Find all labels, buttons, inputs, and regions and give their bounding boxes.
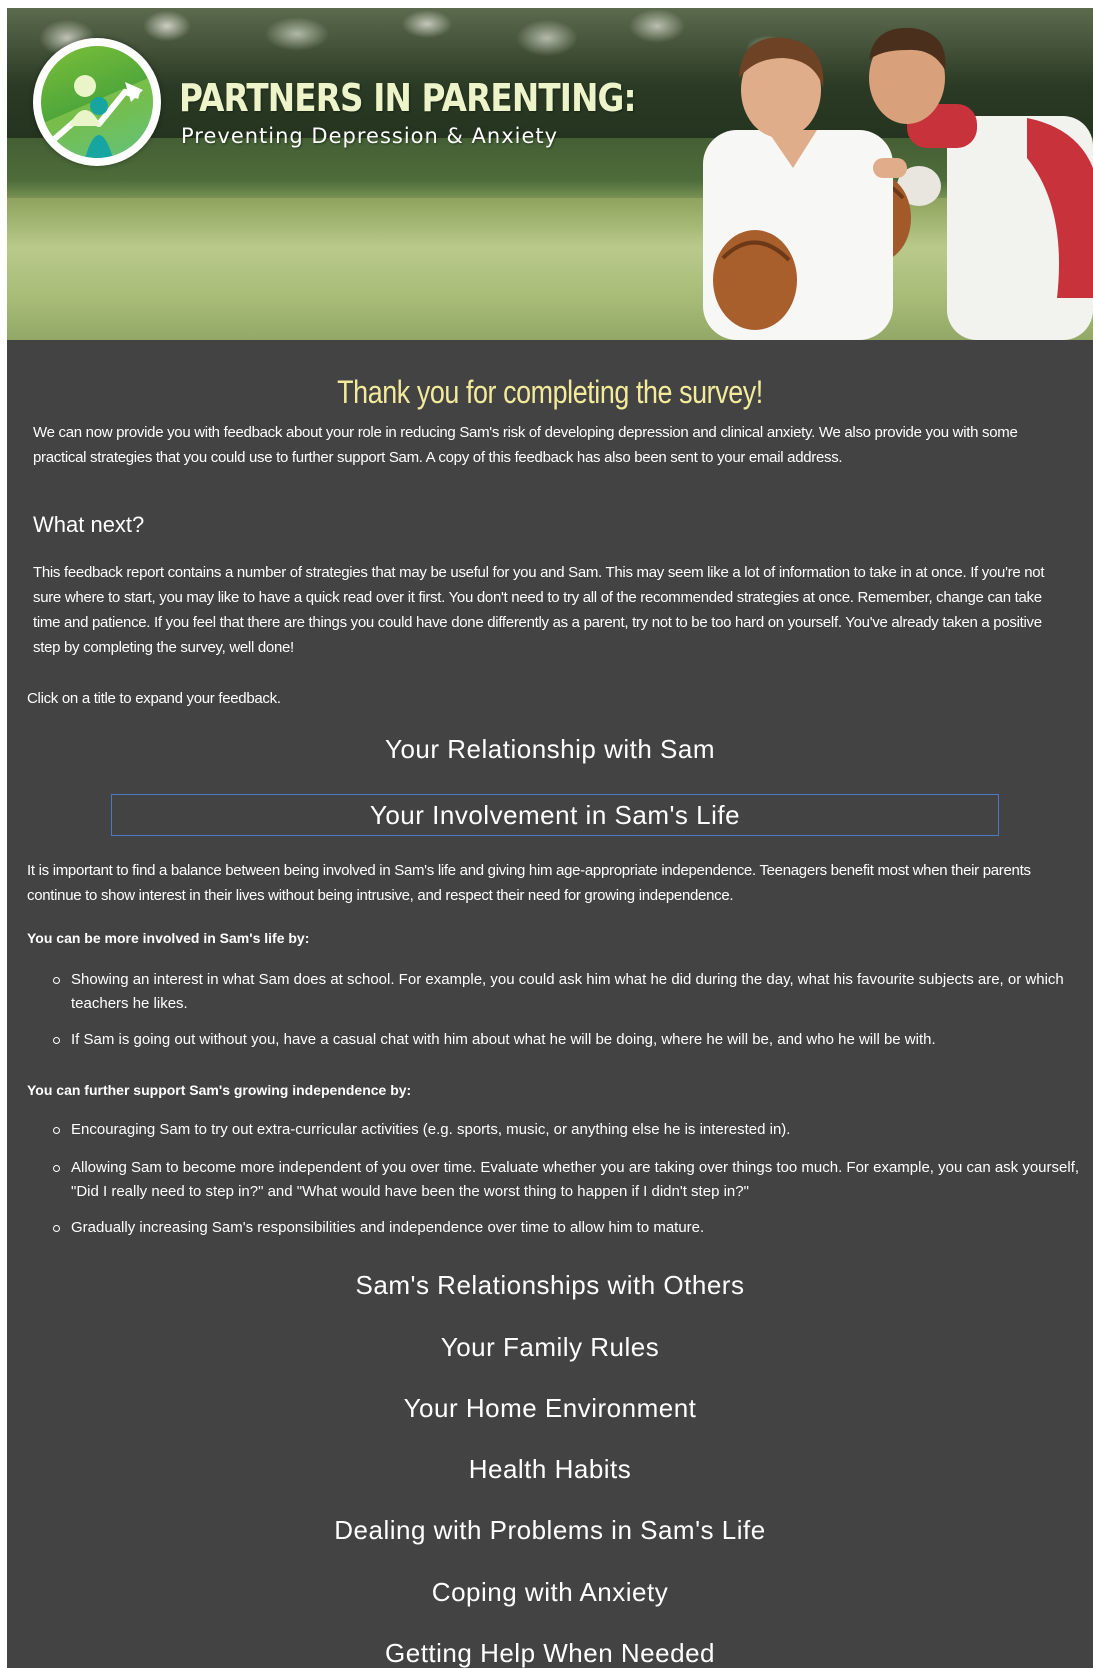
logo-emblem-icon — [41, 46, 153, 158]
page-title: Thank you for completing the survey! — [337, 374, 763, 410]
section-relationship[interactable]: Your Relationship with Sam — [7, 734, 1093, 765]
section-involvement[interactable]: Your Involvement in Sam's Life — [111, 794, 999, 836]
intro-text: We can now provide you with feedback abo… — [33, 424, 1018, 466]
bullet-icon — [53, 1165, 60, 1172]
instruction-text: Click on a title to expand your feedback… — [27, 690, 281, 707]
bullet-icon — [53, 1127, 60, 1134]
list-item-text: Allowing Sam to become more independent … — [71, 1159, 1080, 1200]
section-coping-anxiety[interactable]: Coping with Anxiety — [7, 1577, 1093, 1608]
list-item-text: Encouraging Sam to try out extra-curricu… — [71, 1121, 791, 1138]
banner-photo — [697, 8, 1093, 340]
list-item-text: Gradually increasing Sam's responsibilit… — [71, 1219, 705, 1236]
section-family-rules[interactable]: Your Family Rules — [7, 1332, 1093, 1363]
list-item-text: Showing an interest in what Sam does at … — [71, 971, 1064, 1012]
involvement-label-1: You can be more involved in Sam's life b… — [27, 930, 310, 946]
list-item: Allowing Sam to become more independent … — [51, 1156, 1081, 1204]
bullet-icon — [53, 1037, 60, 1044]
bullet-icon — [53, 1225, 60, 1232]
list-item: Gradually increasing Sam's responsibilit… — [51, 1216, 1081, 1240]
list-item: Encouraging Sam to try out extra-curricu… — [51, 1118, 1081, 1142]
section-relationships-others[interactable]: Sam's Relationships with Others — [7, 1270, 1093, 1301]
list-item: Showing an interest in what Sam does at … — [51, 968, 1081, 1016]
section-dealing-problems[interactable]: Dealing with Problems in Sam's Life — [7, 1515, 1093, 1546]
brand-subtitle: Preventing Depression & Anxiety — [181, 124, 559, 148]
section-health-habits[interactable]: Health Habits — [7, 1454, 1093, 1485]
list-item-text: If Sam is going out without you, have a … — [71, 1031, 936, 1048]
logo — [33, 38, 161, 166]
involvement-label-2: You can further support Sam's growing in… — [27, 1082, 412, 1098]
what-next-text: This feedback report contains a number o… — [33, 564, 1045, 656]
header-banner: PARTNERS IN PARENTING: Preventing Depres… — [7, 8, 1093, 340]
involvement-intro: It is important to find a balance betwee… — [27, 862, 1031, 904]
section-getting-help[interactable]: Getting Help When Needed — [7, 1638, 1093, 1668]
involvement-list-2: Encouraging Sam to try out extra-curricu… — [51, 1118, 1081, 1240]
what-next-heading: What next? — [33, 512, 145, 537]
brand-title: PARTNERS IN PARENTING: — [179, 76, 637, 120]
list-item: If Sam is going out without you, have a … — [51, 1028, 1081, 1052]
page: PARTNERS IN PARENTING: Preventing Depres… — [7, 8, 1093, 1668]
section-home-environment[interactable]: Your Home Environment — [7, 1393, 1093, 1424]
involvement-list-1: Showing an interest in what Sam does at … — [51, 968, 1081, 1052]
bullet-icon — [53, 977, 60, 984]
